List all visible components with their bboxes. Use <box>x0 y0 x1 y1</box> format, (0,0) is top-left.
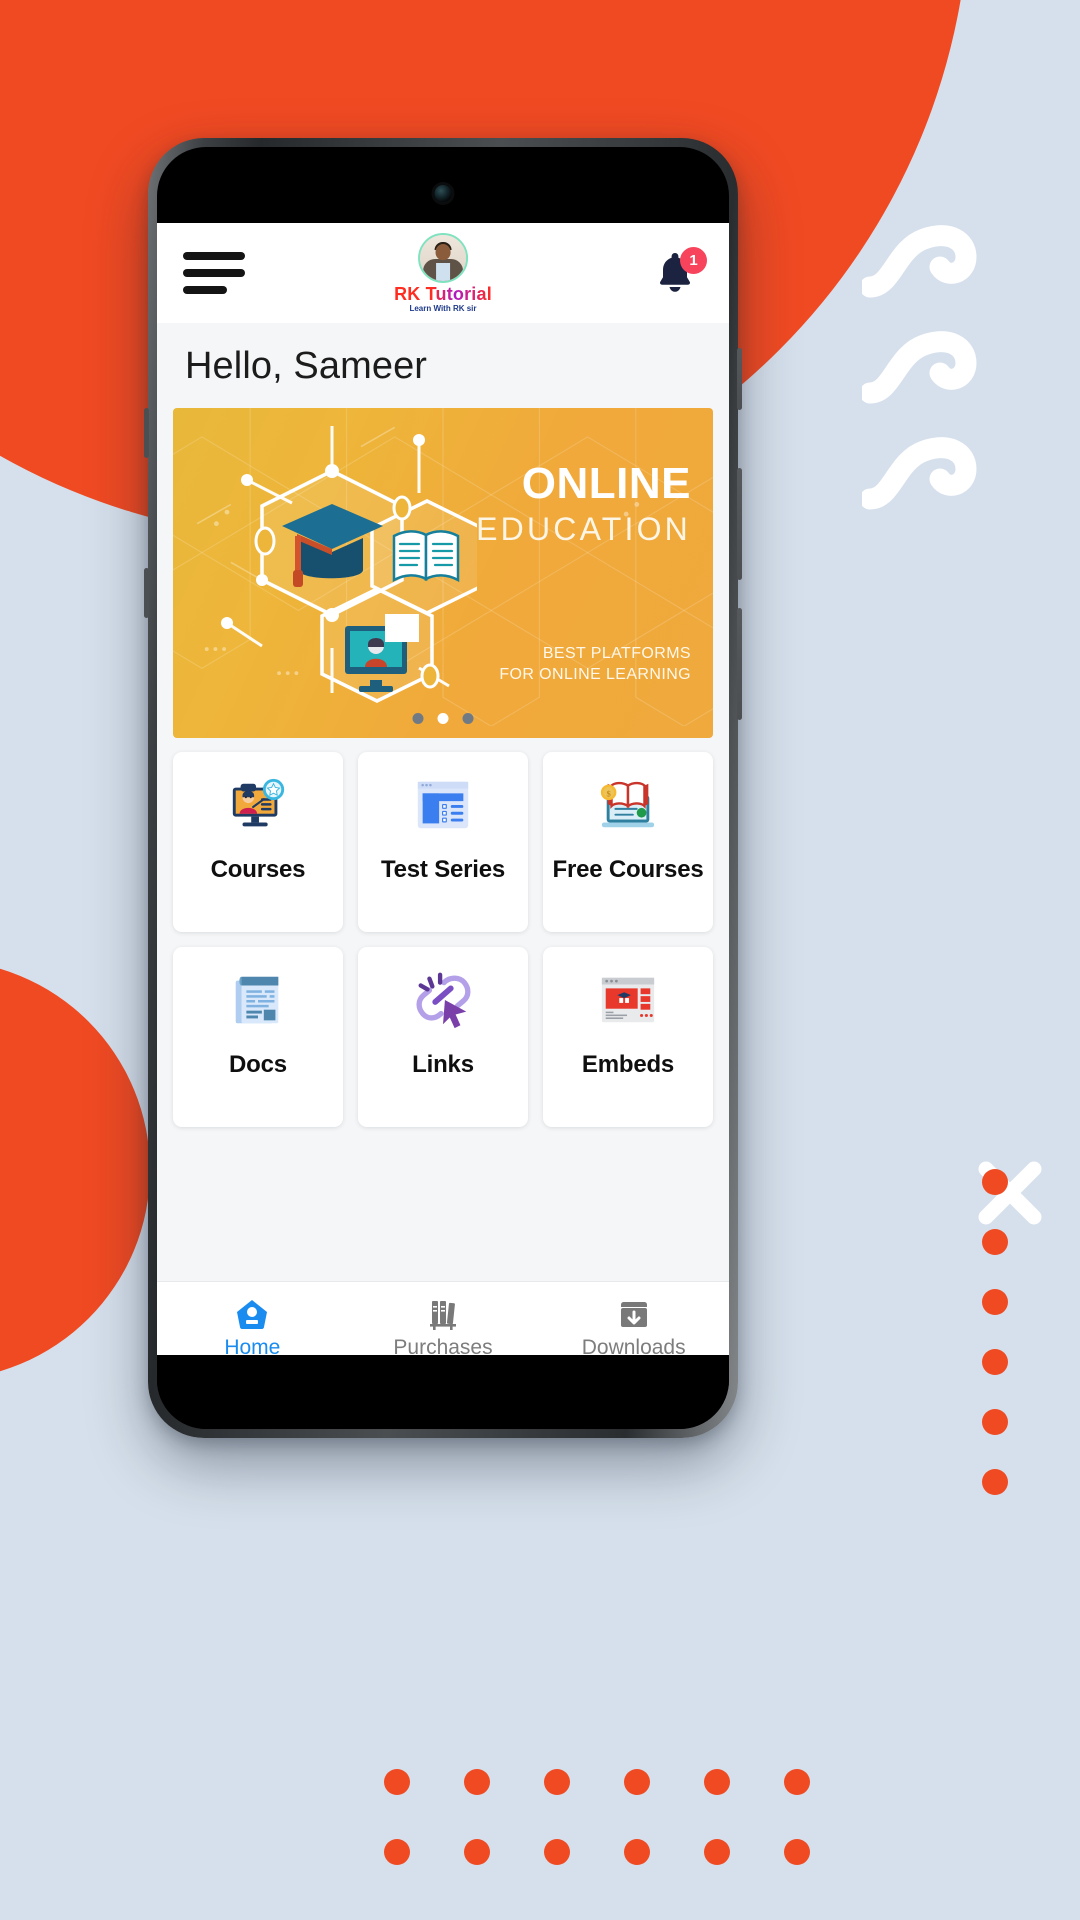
background-blob-bottom-left <box>0 960 150 1380</box>
tile-docs[interactable]: Docs <box>173 947 343 1127</box>
brand-tagline-label: Learn With RK sir <box>409 304 477 313</box>
phone-volume-down-button <box>737 608 742 720</box>
front-camera-icon <box>431 182 455 205</box>
tile-free-courses[interactable]: $ Free Courses <box>543 752 713 932</box>
svg-text:$: $ <box>606 788 611 798</box>
phone-bottom-bezel <box>157 1355 729 1429</box>
tile-label: Test Series <box>380 856 506 883</box>
phone-mockup: RK Tutorial Learn With RK sir 1 Hello, S… <box>144 138 742 1438</box>
document-pages-icon <box>235 976 279 1024</box>
banner-title: ONLINE <box>521 459 691 508</box>
scene-root: RK Tutorial Learn With RK sir 1 Hello, S… <box>0 0 1080 1920</box>
tile-label: Embeds <box>581 1051 675 1078</box>
tile-label: Docs <box>229 1051 287 1078</box>
hamburger-menu-icon[interactable] <box>183 252 245 294</box>
carousel-dot-3[interactable] <box>462 713 474 724</box>
phone-screen-bezel: RK Tutorial Learn With RK sir 1 Hello, S… <box>157 147 729 1429</box>
app-bar: RK Tutorial Learn With RK sir 1 <box>157 223 729 323</box>
tile-links[interactable]: Links <box>358 947 528 1127</box>
phone-side-button <box>737 348 742 410</box>
banner-headline-group: ONLINE EDUCATION <box>391 462 691 552</box>
teacher-on-monitor-icon <box>232 778 285 827</box>
link-cursor-icon <box>416 972 471 1029</box>
tile-label: Free Courses <box>552 856 704 883</box>
banner-caption: BEST PLATFORMS FOR ONLINE LEARNING <box>499 643 691 686</box>
notification-badge: 1 <box>680 247 707 274</box>
notification-bell-button[interactable]: 1 <box>647 245 707 301</box>
app-screen: RK Tutorial Learn With RK sir 1 Hello, S… <box>157 223 729 1373</box>
banner-caption-line1: BEST PLATFORMS <box>542 644 691 662</box>
laptop-book-coin-icon: $ <box>600 781 655 828</box>
squiggle-decoration <box>862 215 1062 515</box>
banner-subtitle: EDUCATION <box>476 511 691 547</box>
dot-grid-decoration <box>370 1755 1070 1895</box>
tile-label: Courses <box>210 856 306 883</box>
phone-left-button-bottom <box>144 568 149 618</box>
greeting-section: Hello, Sameer <box>157 323 729 408</box>
promo-banner-carousel[interactable]: ONLINE EDUCATION BEST PLATFORMS FOR ONLI… <box>173 408 713 738</box>
home-icon <box>237 1300 268 1329</box>
banner-caption-line2: FOR ONLINE LEARNING <box>499 666 691 684</box>
carousel-dot-2[interactable] <box>437 713 449 724</box>
tile-embeds[interactable]: Embeds <box>543 947 713 1127</box>
tile-label: Links <box>412 1051 474 1078</box>
brand-name-label: RK Tutorial <box>394 284 492 304</box>
carousel-dot-1[interactable] <box>412 713 424 724</box>
carousel-indicator <box>412 713 474 724</box>
browser-embed-icon <box>601 977 655 1023</box>
feature-tiles-grid: Courses Test Series $ Free Courses Docs … <box>157 738 729 1281</box>
download-box-icon <box>620 1302 647 1327</box>
tile-test-series[interactable]: Test Series <box>358 752 528 932</box>
phone-left-button-top <box>144 408 149 458</box>
phone-volume-up-button <box>737 468 742 580</box>
books-shelf-icon <box>430 1301 456 1330</box>
greeting-text: Hello, Sameer <box>185 345 428 387</box>
brand-logo[interactable]: RK Tutorial Learn With RK sir <box>394 233 492 313</box>
tile-courses[interactable]: Courses <box>173 752 343 932</box>
dot-column-decoration <box>968 1155 1028 1555</box>
profile-photo-avatar <box>418 233 468 283</box>
test-list-window-icon <box>417 781 469 829</box>
